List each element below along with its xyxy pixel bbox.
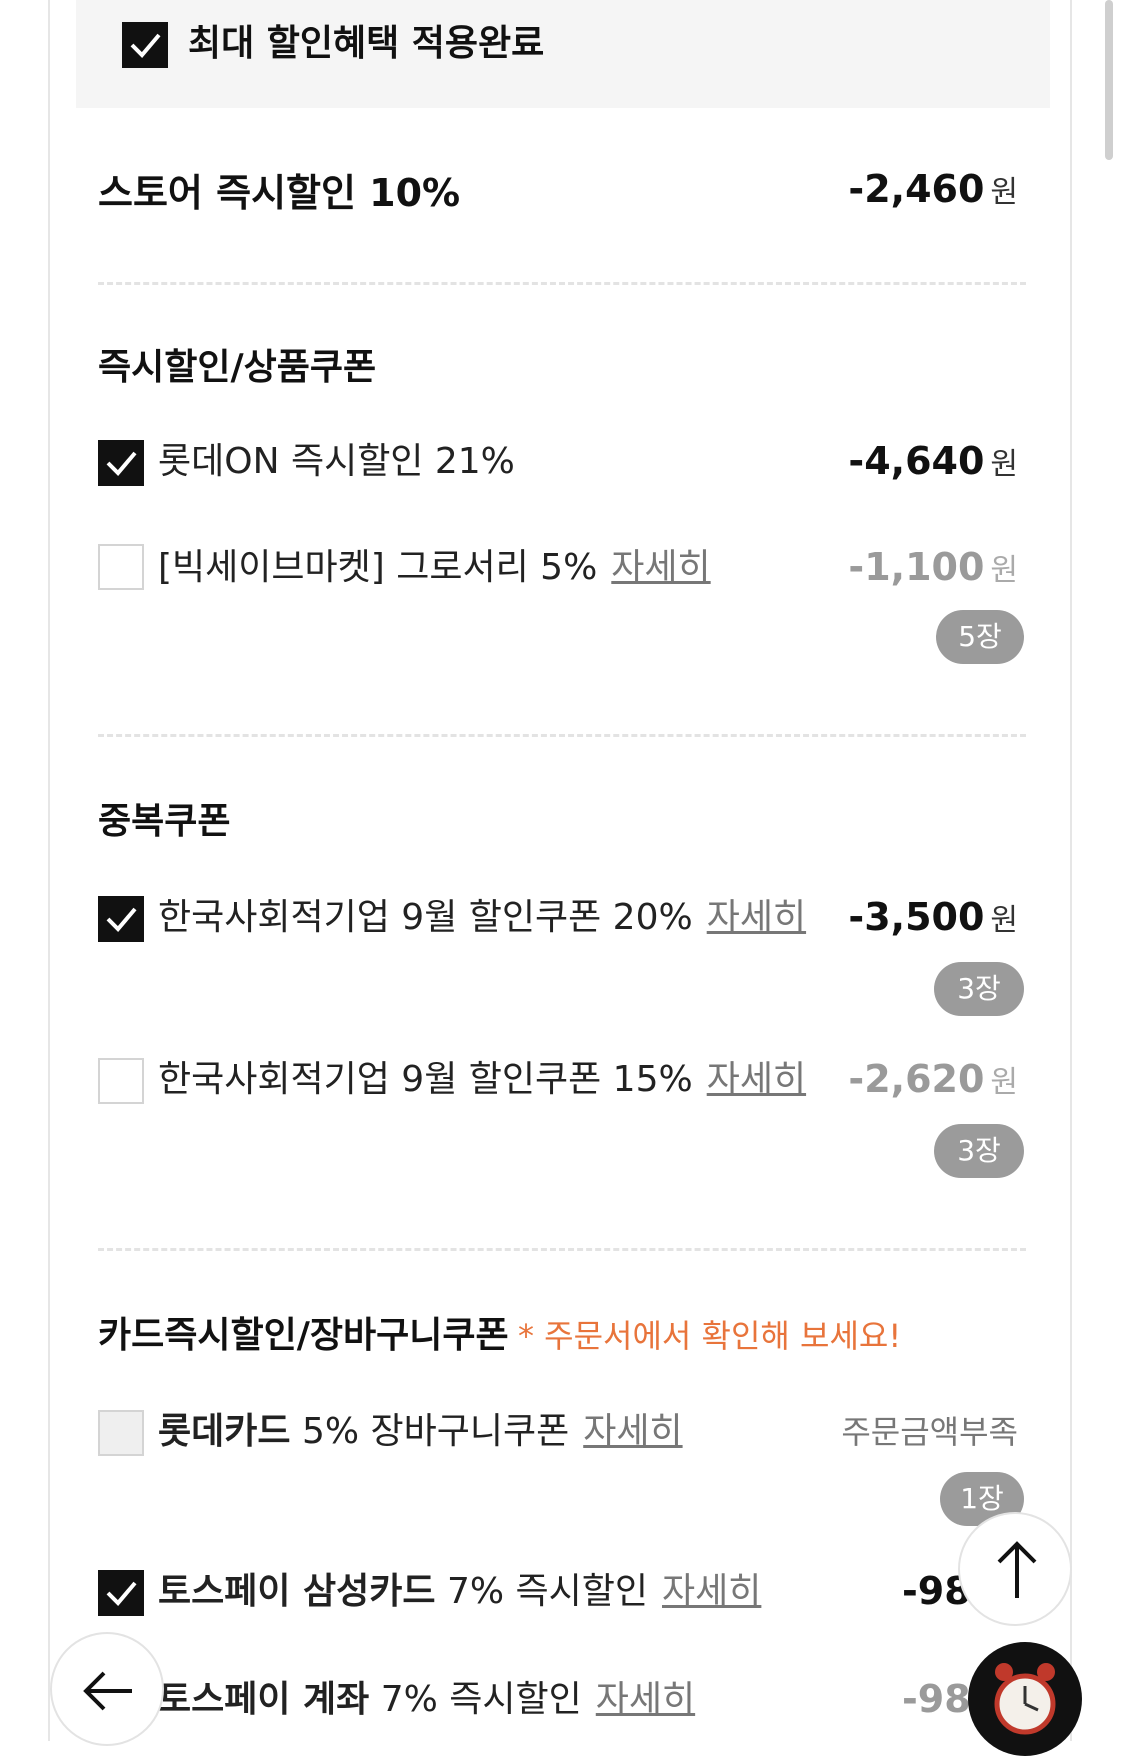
max-discount-checkbox[interactable] — [122, 22, 168, 68]
social-coupon-15-amount: -2,620 원 — [848, 1057, 1018, 1101]
max-discount-label: 최대 할인혜택 적용완료 — [188, 23, 545, 64]
lotte-card-status: 주문금액부족 — [841, 1413, 1018, 1451]
card-section-title: 카드즉시할인/장바구니쿠폰 — [98, 1315, 509, 1356]
coupon-count-badge[interactable]: 5장 — [936, 610, 1024, 664]
back-button[interactable] — [50, 1632, 164, 1746]
tosspay-account-label: 토스페이 계좌 7% 즉시할인 자세히 — [158, 1679, 696, 1720]
alarm-clock-icon — [994, 1663, 1056, 1735]
card-section-note: * 주문서에서 확인해 보세요! — [518, 1317, 902, 1355]
lotteon-instant-label: 롯데ON 즉시할인 21% — [158, 441, 515, 482]
detail-link[interactable]: 자세히 — [707, 1059, 806, 1100]
coupon-count-badge[interactable]: 3장 — [934, 962, 1024, 1016]
tosspay-samsung-label: 토스페이 삼성카드 7% 즉시할인 자세히 — [158, 1571, 762, 1612]
scroll-top-button[interactable] — [958, 1512, 1072, 1626]
divider — [98, 1248, 1026, 1251]
lotteon-instant-checkbox[interactable] — [98, 440, 144, 486]
bigsave-coupon-amount: -1,100 원 — [848, 545, 1018, 589]
detail-link[interactable]: 자세히 — [596, 1679, 695, 1720]
bigsave-coupon-checkbox[interactable] — [98, 544, 144, 590]
tosspay-account-amount: -98 — [902, 1677, 971, 1721]
lotteon-instant-amount: -4,640 원 — [848, 439, 1018, 483]
store-discount-label: 스토어 즉시할인 10% — [98, 171, 461, 215]
instant-section-title: 즉시할인/상품쿠폰 — [98, 347, 377, 388]
store-discount-amount: -2,460 원 — [848, 167, 1018, 211]
social-coupon-15-checkbox[interactable] — [98, 1058, 144, 1104]
social-coupon-20-checkbox[interactable] — [98, 896, 144, 942]
check-icon — [130, 33, 161, 58]
detail-link[interactable]: 자세히 — [662, 1571, 761, 1612]
social-coupon-20-label: 한국사회적기업 9월 할인쿠폰 20% 자세히 — [158, 897, 807, 938]
tosspay-samsung-checkbox[interactable] — [98, 1570, 144, 1616]
alarm-button[interactable] — [968, 1642, 1082, 1756]
detail-link[interactable]: 자세히 — [707, 897, 806, 938]
check-icon — [106, 907, 137, 932]
check-icon — [106, 451, 137, 476]
social-coupon-20-amount: -3,500 원 — [848, 895, 1018, 939]
coupon-count-badge[interactable]: 3장 — [934, 1124, 1024, 1178]
bigsave-coupon-label: [빅세이브마켓] 그로서리 5% 자세히 — [158, 547, 711, 588]
lotte-card-coupon-label: 롯데카드 5% 장바구니쿠폰 자세히 — [158, 1411, 683, 1452]
detail-link[interactable]: 자세히 — [611, 547, 710, 588]
duplicate-section-title: 중복쿠폰 — [98, 801, 231, 842]
coupon-panel — [48, 0, 1072, 1741]
divider — [98, 282, 1026, 285]
arrow-left-icon — [83, 1671, 132, 1711]
arrow-up-icon — [997, 1541, 1037, 1598]
lotte-card-coupon-checkbox[interactable] — [98, 1410, 144, 1456]
detail-link[interactable]: 자세히 — [583, 1411, 682, 1452]
check-icon — [106, 1581, 137, 1606]
divider — [98, 734, 1026, 737]
scrollbar[interactable] — [1105, 0, 1113, 160]
social-coupon-15-label: 한국사회적기업 9월 할인쿠폰 15% 자세히 — [158, 1059, 807, 1100]
